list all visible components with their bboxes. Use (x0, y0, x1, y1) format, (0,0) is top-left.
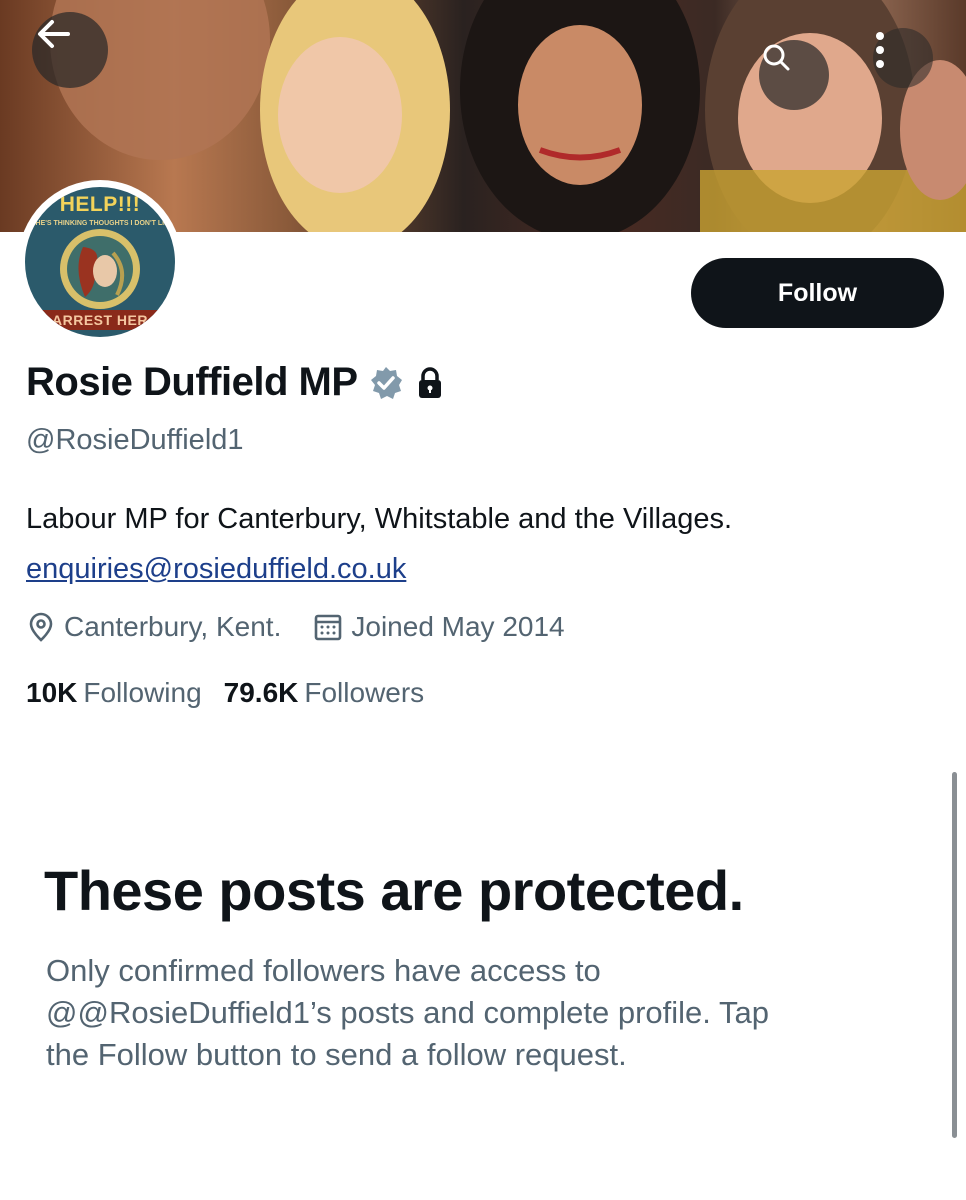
bio-email-link[interactable]: enquiries@rosieduffield.co.uk (26, 553, 406, 586)
avatar-sub-text: SHE'S THINKING THOUGHTS I DON'T LIK (30, 220, 170, 227)
avatar-bottom-text: ARREST HER (25, 310, 175, 330)
profile-name: Rosie Duffield MP (26, 360, 446, 405)
protected-posts-title: These posts are protected. (44, 859, 744, 922)
search-button[interactable] (759, 40, 829, 110)
profile-location: Canterbury, Kent. (64, 611, 282, 642)
following-count: 10K (26, 677, 78, 708)
protected-description-line: Only confirmed followers have access to (46, 953, 601, 988)
verified-badge-icon[interactable] (368, 365, 404, 401)
profile-handle: @RosieDuffield1 (26, 424, 244, 456)
avatar-image: HELP!!! SHE'S THINKING THOUGHTS I DON'T … (25, 187, 175, 337)
arrow-left-icon (38, 20, 70, 48)
profile-bio: Labour MP for Canterbury, Whitstable and… (26, 503, 733, 535)
follow-button[interactable]: Follow (691, 258, 944, 328)
back-button[interactable] (32, 12, 108, 88)
following-link[interactable]: 10K Following (26, 677, 202, 709)
lock-icon (414, 366, 446, 400)
more-vertical-icon (876, 32, 884, 68)
followers-count: 79.6K (223, 677, 299, 708)
more-options-button[interactable] (873, 28, 933, 88)
protected-description-line: @@RosieDuffield1’s posts and complete pr… (46, 995, 769, 1030)
avatar-top-text: HELP!!! (59, 193, 141, 216)
scrollbar[interactable] (952, 772, 957, 1138)
followers-label: Followers (304, 677, 425, 708)
profile-joined-date: Joined May 2014 (351, 611, 565, 642)
calendar-icon (313, 612, 343, 642)
search-icon (763, 44, 790, 71)
profile-meta: Canterbury, Kent. Joined May 2014 (26, 611, 565, 643)
followers-link[interactable]: 79.6K Followers (224, 677, 425, 709)
avatar[interactable]: HELP!!! SHE'S THINKING THOUGHTS I DON'T … (18, 180, 182, 344)
profile-stats: 10K Following 79.6K Followers (26, 677, 424, 709)
protected-description-line: the Follow button to send a follow reque… (46, 1037, 627, 1072)
display-name: Rosie Duffield MP (26, 360, 358, 404)
location-pin-icon (26, 611, 56, 643)
following-label: Following (83, 677, 202, 708)
protected-posts-description: Only confirmed followers have access to … (46, 950, 906, 1076)
